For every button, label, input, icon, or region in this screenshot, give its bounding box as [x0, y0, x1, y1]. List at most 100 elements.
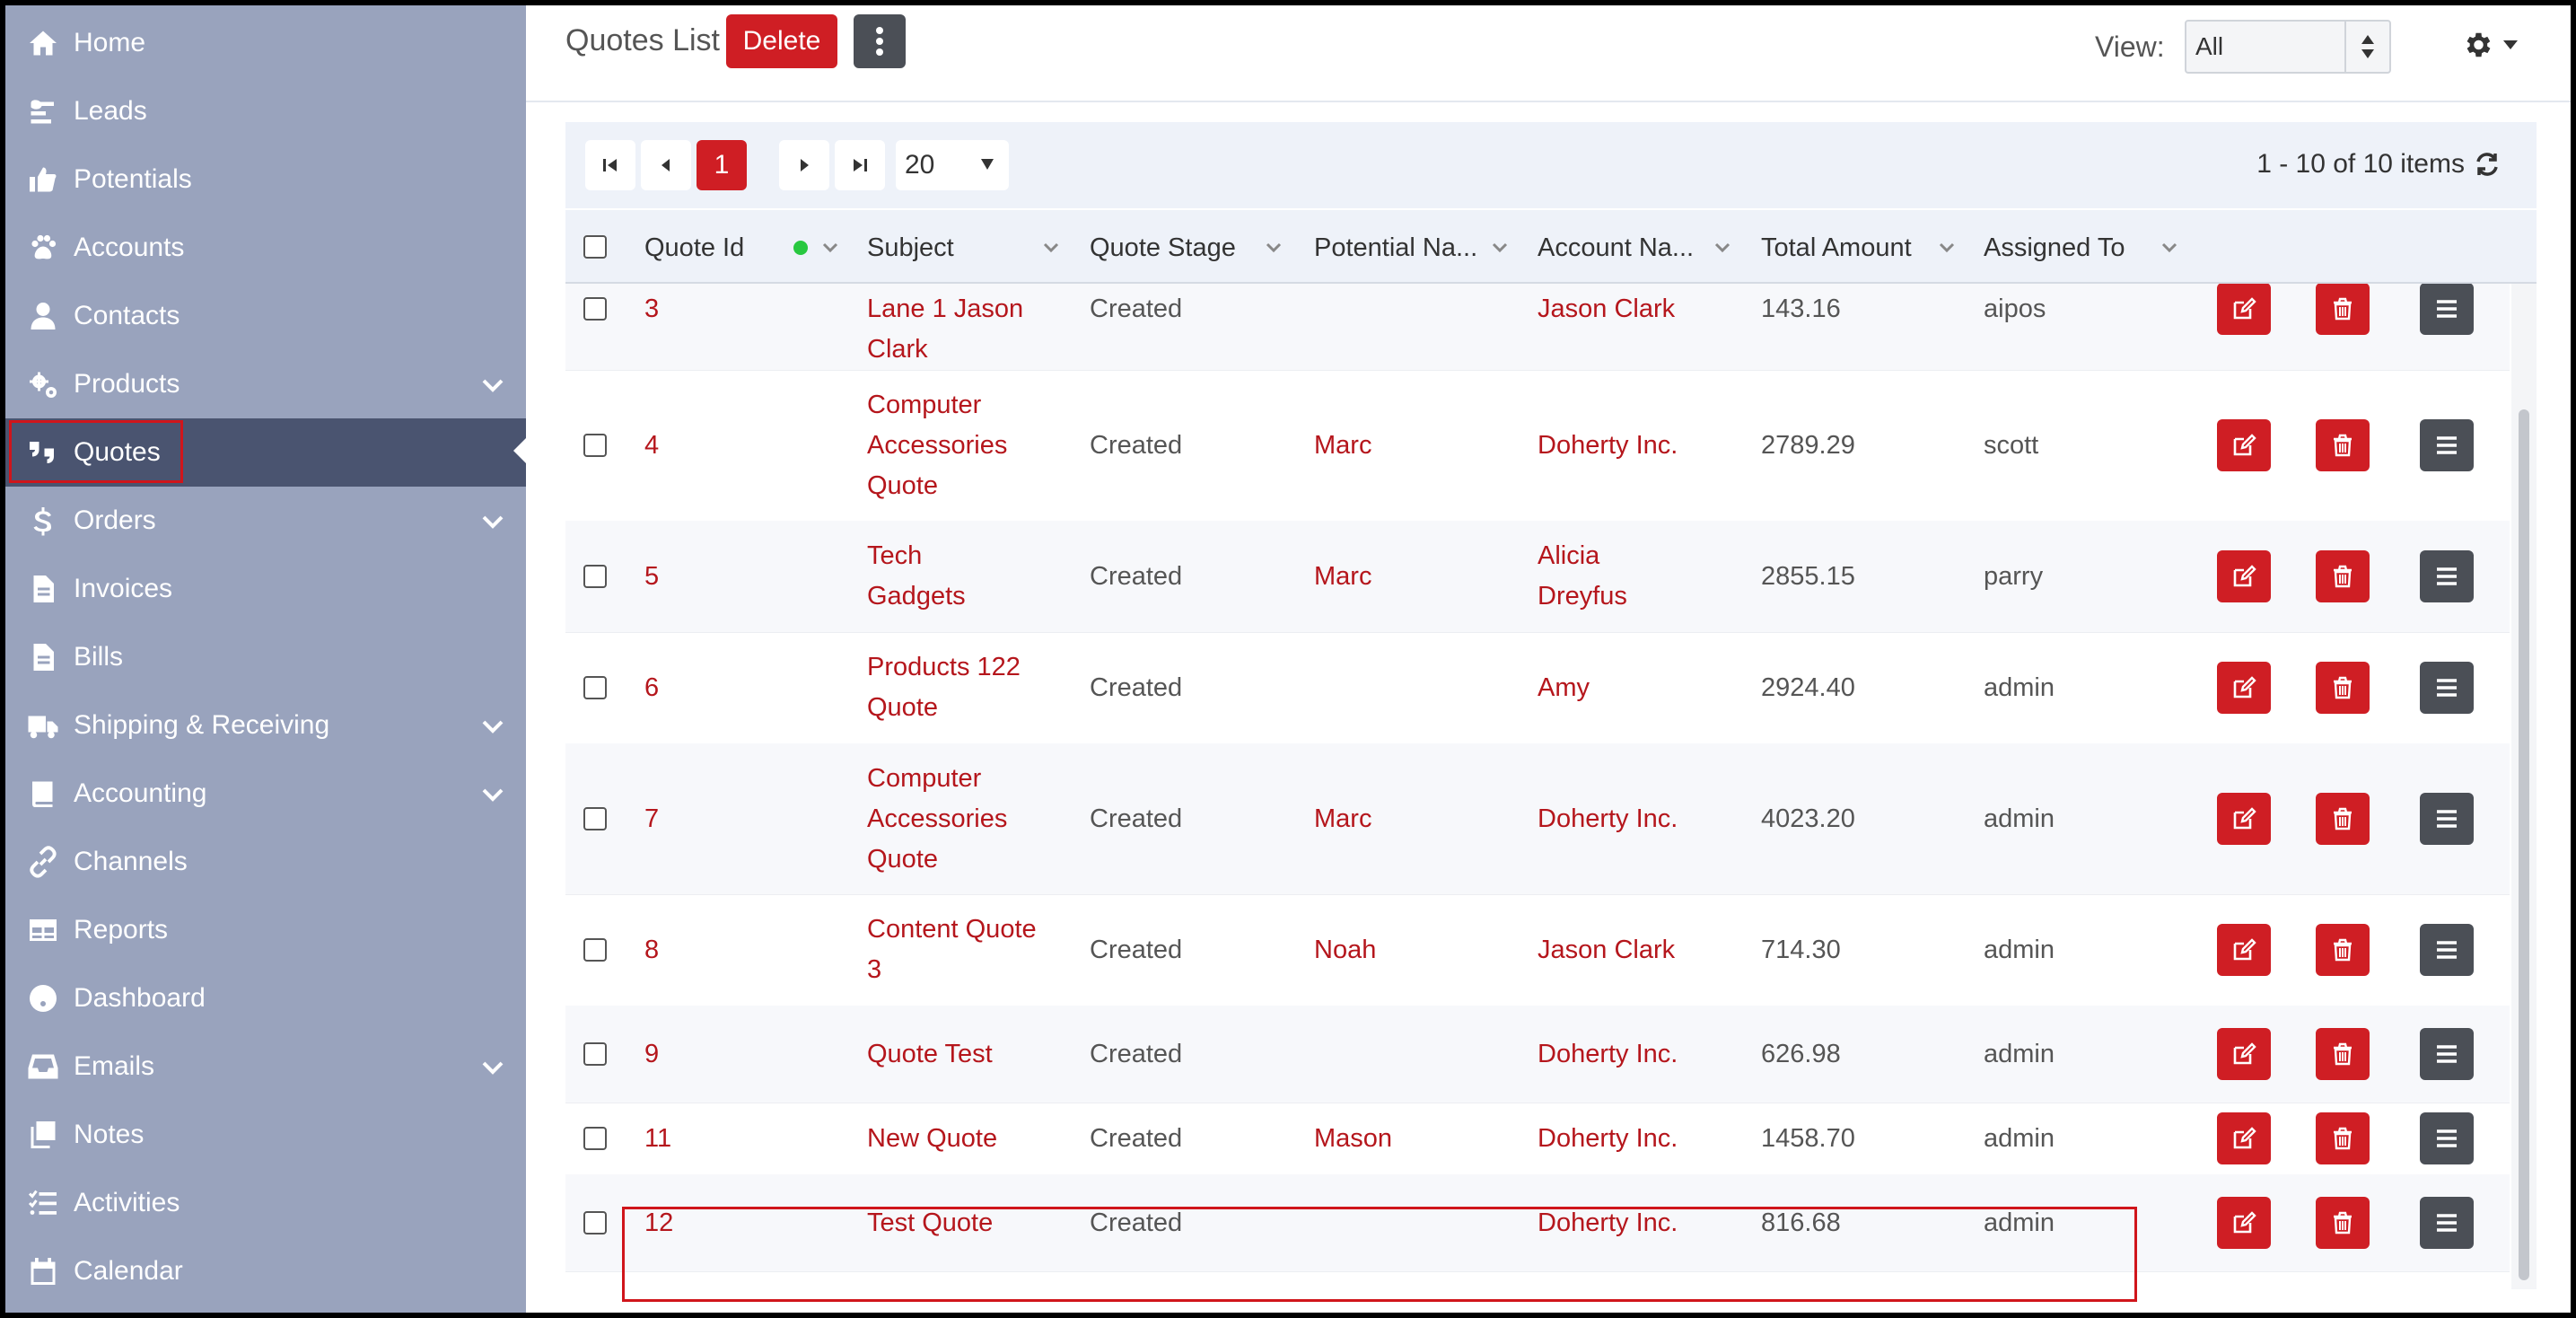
account-link[interactable]: Doherty Inc.	[1538, 799, 1678, 839]
account-link[interactable]: Doherty Inc.	[1538, 426, 1678, 466]
chevron-down-icon[interactable]	[479, 713, 506, 740]
sidebar-item-channels[interactable]: Channels	[5, 828, 526, 896]
delete-row-button[interactable]	[2316, 662, 2370, 714]
column-header-account-name[interactable]: Account Na...	[1538, 233, 1694, 263]
row-menu-button[interactable]	[2420, 793, 2474, 845]
subject-link-line[interactable]: Quote	[867, 839, 1007, 880]
quote-id-link[interactable]: 6	[644, 668, 659, 708]
subject-link-line[interactable]: Accessories	[867, 799, 1007, 839]
scrollbar-thumb[interactable]	[2519, 409, 2529, 1280]
delete-row-button[interactable]	[2316, 924, 2370, 976]
column-menu-icon[interactable]	[820, 237, 840, 257]
quote-id-link[interactable]: 3	[644, 289, 659, 330]
subject-link[interactable]: Computer Accessories Quote	[867, 385, 1007, 506]
potential-link[interactable]: Mason	[1314, 1119, 1392, 1159]
row-checkbox[interactable]	[583, 807, 607, 830]
row-menu-button[interactable]	[2420, 419, 2474, 471]
chevron-down-icon[interactable]	[479, 781, 506, 808]
column-menu-icon[interactable]	[1937, 237, 1957, 257]
subject-link-line[interactable]: Lane 1 Jason	[867, 289, 1047, 330]
table-row[interactable]: 4 Computer Accessories Quote Created Marc Dohe…	[565, 370, 2510, 522]
row-checkbox[interactable]	[583, 1211, 607, 1235]
sidebar-item-activities[interactable]: Activities	[5, 1169, 526, 1237]
column-header-total-amount[interactable]: Total Amount	[1761, 233, 1912, 263]
row-checkbox[interactable]	[583, 297, 607, 321]
refresh-button[interactable]	[2474, 151, 2501, 178]
subject-link-line[interactable]: 3	[867, 950, 1037, 990]
subject-link[interactable]: Tech Gadgets	[867, 536, 966, 617]
sidebar-item-products[interactable]: Products	[5, 350, 526, 418]
table-row[interactable]: 5 Tech Gadgets Created Marc Alicia Dreyfus 2855…	[565, 521, 2510, 633]
delete-row-button[interactable]	[2316, 1197, 2370, 1249]
sidebar-item-orders[interactable]: Orders	[5, 487, 526, 555]
account-link[interactable]: Amy	[1538, 668, 1590, 708]
subject-link-line[interactable]: Quote Test	[867, 1034, 993, 1075]
edit-button[interactable]	[2217, 1197, 2271, 1249]
sidebar-item-potentials[interactable]: Potentials	[5, 145, 526, 214]
row-checkbox[interactable]	[583, 938, 607, 962]
account-link-line[interactable]: Doherty Inc.	[1538, 426, 1678, 466]
chevron-down-icon[interactable]	[479, 1054, 506, 1081]
sidebar-item-invoices[interactable]: Invoices	[5, 555, 526, 623]
subject-link[interactable]: Content Quote 3	[867, 909, 1037, 990]
table-row[interactable]: 6 Products 122 Quote Created Amy 2924.40 admin	[565, 632, 2510, 744]
column-header-quote-id[interactable]: Quote Id	[644, 233, 744, 263]
page-size-select[interactable]: 20	[896, 140, 1009, 190]
first-page-button[interactable]	[585, 140, 635, 190]
column-menu-icon[interactable]	[1713, 237, 1732, 257]
sidebar-item-quotes[interactable]: Quotes	[5, 418, 526, 487]
table-row[interactable]: 9 Quote Test Created Doherty Inc. 626.98 admi…	[565, 1006, 2510, 1103]
delete-row-button[interactable]	[2316, 1028, 2370, 1080]
account-link[interactable]: Jason Clark	[1538, 930, 1675, 971]
column-header-potential-name[interactable]: Potential Na...	[1314, 233, 1477, 263]
account-link-line[interactable]: Doherty Inc.	[1538, 1034, 1678, 1075]
subject-link-line[interactable]: Gadgets	[867, 576, 966, 617]
account-link-line[interactable]: Amy	[1538, 668, 1590, 708]
subject-link-line[interactable]: Tech	[867, 536, 966, 576]
sidebar-item-reports[interactable]: Reports	[5, 896, 526, 964]
quote-id-link[interactable]: 9	[644, 1034, 659, 1075]
edit-button[interactable]	[2217, 550, 2271, 602]
row-checkbox[interactable]	[583, 434, 607, 457]
subject-link[interactable]: Quote Test	[867, 1034, 993, 1075]
settings-menu-button[interactable]	[2461, 29, 2519, 61]
subject-link-line[interactable]: Computer	[867, 759, 1007, 799]
quote-id-link[interactable]: 11	[644, 1119, 671, 1159]
account-link[interactable]: Doherty Inc.	[1538, 1119, 1678, 1159]
account-link-line[interactable]: Alicia	[1538, 536, 1627, 576]
row-menu-button[interactable]	[2420, 284, 2474, 335]
account-link[interactable]: Jason Clark	[1538, 289, 1675, 330]
column-header-subject[interactable]: Subject	[867, 233, 954, 263]
sidebar-item-dashboard[interactable]: Dashboard	[5, 964, 526, 1032]
edit-button[interactable]	[2217, 284, 2271, 335]
potential-link[interactable]: Marc	[1314, 557, 1371, 597]
table-row[interactable]: 8 Content Quote 3 Created Noah Jason Clark 714…	[565, 894, 2510, 1006]
column-menu-icon[interactable]	[1490, 237, 1510, 257]
edit-button[interactable]	[2217, 1112, 2271, 1164]
subject-link[interactable]: Products 122 Quote	[867, 647, 1021, 728]
subject-link-line[interactable]: Accessories	[867, 426, 1007, 466]
subject-link[interactable]: POS OAK POSLane 1 JasonClark	[867, 284, 1047, 370]
edit-button[interactable]	[2217, 419, 2271, 471]
account-link-line[interactable]: Jason Clark	[1538, 289, 1675, 330]
column-menu-icon[interactable]	[1264, 237, 1284, 257]
sidebar-item-leads[interactable]: Leads	[5, 77, 526, 145]
sidebar-item-home[interactable]: Home	[5, 9, 526, 77]
row-menu-button[interactable]	[2420, 1112, 2474, 1164]
chevron-down-icon[interactable]	[479, 508, 506, 535]
table-row[interactable]: 3 POS OAK POSLane 1 JasonClark Created Jaso…	[565, 284, 2510, 371]
more-actions-button[interactable]	[854, 14, 906, 68]
select-all-checkbox[interactable]	[583, 235, 607, 259]
edit-button[interactable]	[2217, 662, 2271, 714]
row-menu-button[interactable]	[2420, 1197, 2474, 1249]
row-menu-button[interactable]	[2420, 550, 2474, 602]
column-header-quote-stage[interactable]: Quote Stage	[1090, 233, 1236, 263]
delete-row-button[interactable]	[2316, 1112, 2370, 1164]
vertical-scrollbar[interactable]	[2511, 284, 2537, 1289]
edit-button[interactable]	[2217, 924, 2271, 976]
table-row[interactable]: 7 Computer Accessories Quote Created Marc Dohe…	[565, 743, 2510, 895]
potential-link[interactable]: Marc	[1314, 799, 1371, 839]
row-checkbox[interactable]	[583, 565, 607, 588]
view-select[interactable]: All	[2185, 20, 2391, 74]
account-link-line[interactable]: Doherty Inc.	[1538, 1119, 1678, 1159]
